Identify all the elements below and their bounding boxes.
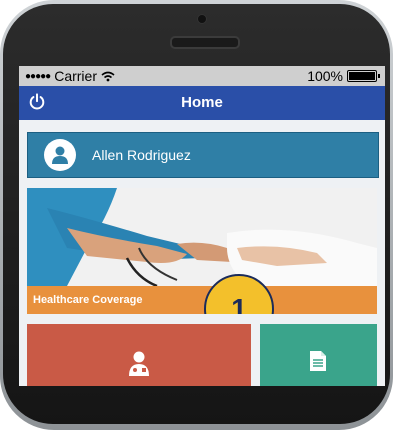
battery-icon	[347, 70, 380, 82]
status-bar: ●●●●● Carrier 100%	[19, 66, 385, 86]
profile-name: Allen Rodriguez	[92, 147, 191, 163]
signal-strength: ●●●●●	[25, 70, 51, 82]
healthcare-coverage-card[interactable]: Healthcare Coverage 1	[27, 188, 377, 314]
wifi-icon	[101, 71, 115, 81]
app-screen: ●●●●● Carrier 100% Home Allen Rodriguez …	[19, 66, 385, 386]
earpiece-speaker	[170, 36, 240, 49]
status-left: ●●●●● Carrier	[25, 68, 115, 84]
hero-caption: Healthcare Coverage	[33, 294, 143, 306]
user-icon	[52, 146, 68, 164]
phone-mockup: ●●●●● Carrier 100% Home Allen Rodriguez …	[0, 0, 393, 430]
avatar	[44, 139, 76, 171]
front-camera	[197, 14, 207, 24]
document-icon	[310, 351, 326, 371]
home-content: Allen Rodriguez Healthcare Coverage 1	[19, 120, 385, 386]
status-right: 100%	[307, 68, 380, 84]
top-navbar: Home	[19, 86, 385, 120]
documents-tile[interactable]	[260, 324, 377, 386]
hero-caption-bar: Healthcare Coverage	[27, 286, 377, 314]
page-title: Home	[181, 94, 223, 111]
battery-percent: 100%	[307, 68, 343, 84]
carrier-label: Carrier	[54, 68, 97, 84]
doctor-icon	[129, 351, 149, 376]
nurse-patient-image	[27, 188, 377, 286]
profile-bar[interactable]: Allen Rodriguez	[27, 132, 379, 178]
doctor-tile[interactable]	[27, 324, 251, 386]
